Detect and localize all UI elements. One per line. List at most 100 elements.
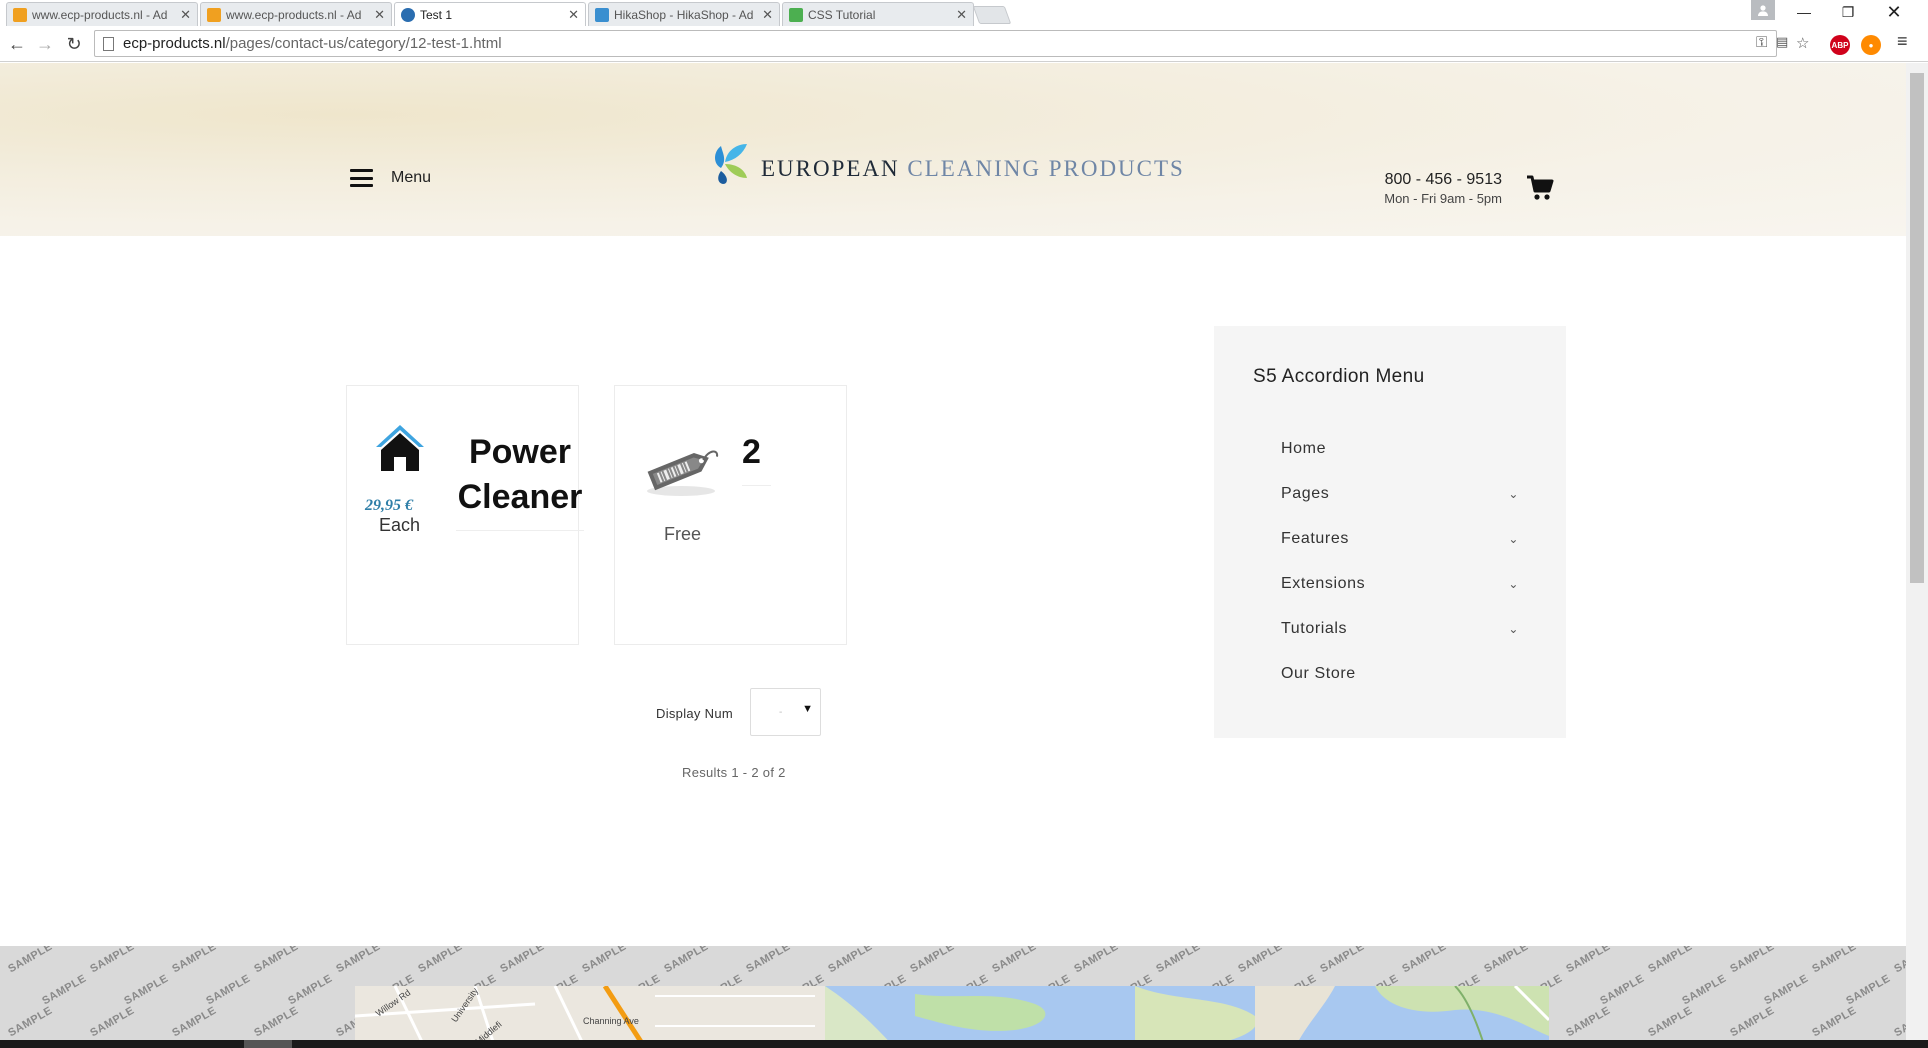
browser-tab-2[interactable]: www.ecp-products.nl - Ad ✕ [200,2,392,26]
bookmark-star-icon[interactable]: ☆ [1796,34,1809,52]
close-icon[interactable]: ✕ [374,7,385,23]
phone-number[interactable]: 800 - 456 - 9513 [1360,171,1502,189]
sidebar-item-label: Extensions [1281,575,1366,592]
logo-word-cleaning-products: CLEANING PRODUCTS [907,155,1185,181]
sample-watermark: SAMPLE [1482,946,1531,976]
sample-watermark: SAMPLE [88,1004,137,1040]
browser-toolbar: ← → ↻ ecp-products.nl/pages/contact-us/c… [0,26,1928,62]
key-icon[interactable]: ⚿ [1756,34,1767,51]
tab-title: CSS Tutorial [808,7,876,22]
scrollbar-thumb[interactable] [1910,73,1924,583]
sample-watermark: SAMPLE [498,946,547,976]
sample-watermark: SAMPLE [252,1004,301,1040]
sample-watermark: SAMPLE [170,1004,219,1040]
sample-watermark: SAMPLE [1598,972,1647,1008]
page-viewport: Menu EUROPEAN CLEANING PRODUCTS 800 - 45… [0,63,1906,1048]
sidebar-item-label: Our Store [1281,665,1356,682]
browser-tab-5[interactable]: CSS Tutorial ✕ [782,2,974,26]
product-price: 29,95 € [365,497,413,514]
shopping-cart-icon[interactable] [1526,175,1554,201]
browser-tab-3[interactable]: Test 1 ✕ [394,2,586,26]
product-title[interactable]: Power Cleaner [456,430,584,531]
sample-watermark: SAMPLE [170,946,219,976]
display-num-select[interactable]: - ▼ [750,688,821,736]
sidebar-item-label: Pages [1281,485,1330,502]
sample-watermark: SAMPLE [580,946,629,976]
sample-watermark: SAMPLE [88,946,137,976]
translate-icon[interactable]: ▤ [1776,34,1788,50]
sample-watermark: SAMPLE [1762,972,1811,1008]
close-icon[interactable]: ✕ [762,7,773,23]
sample-watermark: SAMPLE [1318,946,1367,976]
sample-watermark: SAMPLE [1844,972,1893,1008]
close-icon[interactable]: ✕ [180,7,191,23]
sidebar-item-tutorials[interactable]: Tutorials ⌄ [1281,614,1521,644]
sample-watermark: SAMPLE [334,946,383,976]
tab-title: www.ecp-products.nl - Ad [226,7,362,22]
product-card-power-cleaner[interactable]: 29,95 € Each Power Cleaner [346,385,584,645]
sample-watermark: SAMPLE [40,972,89,1008]
sidebar-item-our-store[interactable]: Our Store [1281,659,1521,689]
close-icon[interactable]: ✕ [956,7,967,23]
chevron-down-icon[interactable]: ⌄ [1508,532,1519,546]
menu-toggle-button[interactable]: Menu [350,169,431,187]
minimize-icon[interactable]: — [1782,0,1826,24]
results-count: Results 1 - 2 of 2 [682,765,786,780]
sample-watermark: SAMPLE [744,946,793,976]
sidebar-item-features[interactable]: Features ⌄ [1281,524,1521,554]
window-close-icon[interactable]: ✕ [1872,0,1916,24]
sidebar-item-label: Tutorials [1281,620,1348,637]
sample-watermark: SAMPLE [1646,1004,1695,1040]
close-icon[interactable]: ✕ [568,7,579,23]
extension-fire-icon[interactable]: ● [1861,35,1881,55]
adblock-icon[interactable]: ABP [1830,35,1850,55]
opening-hours: Mon - Fri 9am - 5pm [1384,191,1502,206]
site-logo[interactable]: EUROPEAN CLEANING PRODUCTS [707,138,1185,186]
url-path: /pages/contact-us/category/12-test-1.htm… [225,35,502,52]
sample-watermark: SAMPLE [826,946,875,976]
map-embed[interactable]: Willow Rd University Middlefi Channing A… [355,986,1549,1048]
display-num-value: - [779,707,783,718]
browser-tab-4[interactable]: HikaShop - HikaShop - Ad ✕ [588,2,780,26]
profile-icon[interactable] [1751,0,1775,20]
product-card-2[interactable]: 2 Free [614,385,847,645]
product-unit: Each [379,515,421,535]
reload-icon[interactable]: ↻ [62,32,86,56]
forward-icon[interactable]: → [33,32,57,56]
sidebar-item-home[interactable]: Home [1281,434,1521,464]
price-tag-icon [647,450,719,496]
sample-watermark: SAMPLE [908,946,957,976]
tab-title: Test 1 [420,7,453,22]
sample-watermark: SAMPLE [204,972,253,1008]
product-title[interactable]: 2 [742,430,771,486]
home-product-icon [376,425,424,471]
sample-watermark: SAMPLE [1564,946,1613,976]
chevron-down-icon[interactable]: ⌄ [1508,622,1519,636]
contact-info: 800 - 456 - 9513 Mon - Fri 9am - 5pm [1360,171,1502,206]
page-scrollbar[interactable] [1906,63,1928,1048]
sample-watermark: SAMPLE [990,946,1039,976]
sample-watermark: SAMPLE [1646,946,1695,976]
footer-map-section: SAMPLE SAMPLE SAMPLE SAMPLE SAMPLE SAMPLE SAMP… [0,946,1906,1048]
accordion-menu-title: S5 Accordion Menu [1253,366,1425,387]
sample-watermark: SAMPLE [1072,946,1121,976]
display-num-label: Display Num [656,706,733,721]
sidebar-item-extensions[interactable]: Extensions ⌄ [1281,569,1521,599]
browser-tab-1[interactable]: www.ecp-products.nl - Ad ✕ [6,2,198,26]
chrome-menu-icon[interactable]: ≡ [1897,31,1908,52]
chevron-down-icon[interactable]: ⌄ [1508,577,1519,591]
browser-tab-strip: www.ecp-products.nl - Ad ✕ www.ecp-produ… [0,0,1928,26]
horizontal-scrollbar-thumb[interactable] [244,1040,292,1048]
sidebar-item-pages[interactable]: Pages ⌄ [1281,479,1521,509]
hikashop-favicon-icon [595,7,609,22]
sample-watermark: SAMPLE [416,946,465,976]
chevron-down-icon[interactable]: ⌄ [1508,487,1519,501]
horizontal-scrollbar[interactable] [0,1040,1928,1048]
site-header: Menu EUROPEAN CLEANING PRODUCTS 800 - 45… [0,63,1906,236]
restore-icon[interactable]: ❐ [1826,0,1870,24]
logo-word-european: EUROPEAN [761,155,900,181]
url-input[interactable]: ecp-products.nl/pages/contact-us/categor… [94,30,1777,57]
accordion-menu: S5 Accordion Menu Home Pages ⌄ Features … [1214,326,1566,738]
new-tab-button[interactable] [972,6,1012,24]
back-icon[interactable]: ← [5,32,29,56]
